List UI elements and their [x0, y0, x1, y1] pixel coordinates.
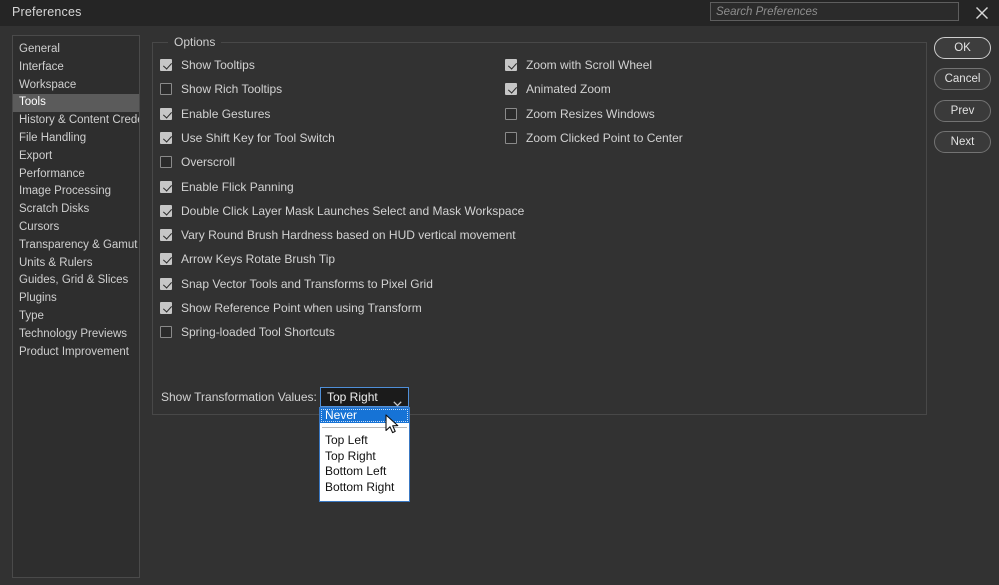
- checkbox-checked-icon[interactable]: [160, 204, 172, 217]
- checkbox-row-use-shift-key-for-tool-switch[interactable]: Use Shift Key for Tool Switch: [160, 130, 335, 146]
- dropdown-separator: [322, 427, 407, 429]
- checkbox-label: Show Rich Tooltips: [181, 82, 283, 97]
- sidebar-item-workspace[interactable]: Workspace: [13, 77, 139, 95]
- sidebar-item-history-content-credentials[interactable]: History & Content Credentials: [13, 112, 139, 130]
- checkbox-label: Vary Round Brush Hardness based on HUD v…: [181, 228, 516, 243]
- sidebar-item-performance[interactable]: Performance: [13, 166, 139, 184]
- checkbox-checked-icon[interactable]: [160, 107, 172, 120]
- close-icon[interactable]: [971, 2, 993, 24]
- sidebar-item-general[interactable]: General: [13, 41, 139, 59]
- checkbox-label: Enable Gestures: [181, 106, 271, 121]
- checkbox-unchecked-icon[interactable]: [160, 326, 172, 339]
- sidebar-item-transparency-gamut[interactable]: Transparency & Gamut: [13, 237, 139, 255]
- search-input[interactable]: [710, 2, 959, 21]
- checkbox-label: Double Click Layer Mask Launches Select …: [181, 203, 525, 218]
- checkbox-unchecked-icon[interactable]: [505, 131, 517, 144]
- sidebar-item-file-handling[interactable]: File Handling: [13, 130, 139, 148]
- checkbox-row-zoom-clicked-point-to-center[interactable]: Zoom Clicked Point to Center: [505, 130, 683, 146]
- checkbox-unchecked-icon[interactable]: [160, 156, 172, 169]
- transformation-values-dropdown[interactable]: Never Top Left Top Right Bottom Left Bot…: [319, 407, 410, 502]
- checkbox-row-zoom-resizes-windows[interactable]: Zoom Resizes Windows: [505, 106, 655, 122]
- checkbox-row-double-click-layer-mask-launches-select-and-mask-workspace[interactable]: Double Click Layer Mask Launches Select …: [160, 203, 524, 219]
- checkbox-checked-icon[interactable]: [505, 83, 517, 96]
- checkbox-row-show-rich-tooltips[interactable]: Show Rich Tooltips: [160, 81, 282, 97]
- title-bar: Preferences: [0, 0, 999, 26]
- sidebar-item-plugins[interactable]: Plugins: [13, 290, 139, 308]
- checkbox-label: Zoom with Scroll Wheel: [526, 58, 653, 72]
- sidebar-item-tools[interactable]: Tools: [13, 94, 139, 113]
- checkbox-label: Enable Flick Panning: [181, 179, 294, 194]
- checkbox-label: Zoom Clicked Point to Center: [526, 130, 683, 145]
- transformation-values-label: Show Transformation Values:: [161, 390, 317, 404]
- checkbox-checked-icon[interactable]: [160, 229, 172, 242]
- checkbox-row-enable-flick-panning[interactable]: Enable Flick Panning: [160, 179, 294, 195]
- options-group-legend: Options: [168, 35, 222, 49]
- sidebar-item-type[interactable]: Type: [13, 308, 139, 326]
- sidebar-item-technology-previews[interactable]: Technology Previews: [13, 326, 139, 344]
- category-sidebar[interactable]: General Interface Workspace Tools History & …: [12, 35, 140, 578]
- checkbox-label: Animated Zoom: [526, 82, 611, 97]
- sidebar-item-cursors[interactable]: Cursors: [13, 219, 139, 237]
- checkbox-checked-icon[interactable]: [160, 277, 172, 290]
- checkbox-row-animated-zoom[interactable]: Animated Zoom: [505, 81, 611, 97]
- sidebar-item-guides-grid-slices[interactable]: Guides, Grid & Slices: [13, 272, 139, 290]
- sidebar-item-units-rulers[interactable]: Units & Rulers: [13, 255, 139, 273]
- checkbox-row-overscroll[interactable]: Overscroll: [160, 154, 235, 170]
- dropdown-option-bottom-left[interactable]: Bottom Left: [320, 464, 409, 479]
- sidebar-item-scratch-disks[interactable]: Scratch Disks: [13, 201, 139, 219]
- ok-button[interactable]: OK: [934, 37, 991, 59]
- sidebar-item-export[interactable]: Export: [13, 148, 139, 166]
- checkbox-label: Overscroll: [181, 155, 236, 170]
- checkbox-label: Arrow Keys Rotate Brush Tip: [181, 252, 336, 267]
- transformation-values-selected: Top Right: [327, 390, 378, 404]
- sidebar-item-interface[interactable]: Interface: [13, 59, 139, 77]
- transformation-values-select[interactable]: Top Right: [320, 387, 409, 407]
- checkbox-row-snap-vector-tools-and-transforms-to-pixel-grid[interactable]: Snap Vector Tools and Transforms to Pixe…: [160, 276, 433, 292]
- cancel-button[interactable]: Cancel: [934, 68, 991, 90]
- checkbox-unchecked-icon[interactable]: [160, 83, 172, 96]
- preferences-dialog: Preferences GeneralInterfaceWorkspaceToo…: [0, 0, 999, 585]
- dropdown-option-bottom-right[interactable]: Bottom Right: [320, 480, 409, 495]
- prev-button[interactable]: Prev: [934, 100, 991, 122]
- checkbox-row-show-tooltips[interactable]: Show Tooltips: [160, 57, 255, 73]
- checkbox-label: Spring-loaded Tool Shortcuts: [181, 325, 335, 340]
- sidebar-item-product-improvement[interactable]: Product Improvement: [13, 344, 139, 362]
- checkbox-checked-icon[interactable]: [160, 59, 172, 71]
- checkbox-checked-icon[interactable]: [160, 253, 172, 266]
- checkbox-label: Zoom Resizes Windows: [526, 106, 655, 121]
- checkbox-row-zoom-with-scroll-wheel[interactable]: Zoom with Scroll Wheel: [505, 57, 652, 73]
- checkbox-unchecked-icon[interactable]: [505, 107, 517, 120]
- dropdown-option-top-right[interactable]: Top Right: [320, 449, 409, 464]
- dropdown-option-never[interactable]: Never: [320, 408, 409, 424]
- checkbox-label: Snap Vector Tools and Transforms to Pixe…: [181, 276, 433, 291]
- checkbox-label: Use Shift Key for Tool Switch: [181, 130, 335, 145]
- sidebar-item-image-processing[interactable]: Image Processing: [13, 183, 139, 201]
- category-list: General Interface Workspace Tools History & …: [13, 36, 139, 361]
- checkbox-checked-icon[interactable]: [160, 131, 172, 144]
- checkbox-row-show-reference-point-when-using-transform[interactable]: Show Reference Point when using Transfor…: [160, 300, 422, 316]
- checkbox-row-spring-loaded-tool-shortcuts[interactable]: Spring-loaded Tool Shortcuts: [160, 324, 335, 340]
- checkbox-label: Show Reference Point when using Transfor…: [181, 301, 422, 315]
- checkbox-row-enable-gestures[interactable]: Enable Gestures: [160, 106, 270, 122]
- page-title: Preferences: [12, 5, 82, 19]
- checkbox-label: Show Tooltips: [181, 58, 255, 72]
- checkbox-checked-icon[interactable]: [160, 180, 172, 193]
- dropdown-option-top-left[interactable]: Top Left: [320, 433, 409, 448]
- checkbox-row-vary-round-brush-hardness-based-on-hud-vertical-movement[interactable]: Vary Round Brush Hardness based on HUD v…: [160, 227, 516, 243]
- checkbox-checked-icon[interactable]: [505, 59, 517, 71]
- next-button[interactable]: Next: [934, 131, 991, 153]
- checkbox-checked-icon[interactable]: [160, 302, 172, 314]
- checkbox-row-arrow-keys-rotate-brush-tip[interactable]: Arrow Keys Rotate Brush Tip: [160, 251, 335, 267]
